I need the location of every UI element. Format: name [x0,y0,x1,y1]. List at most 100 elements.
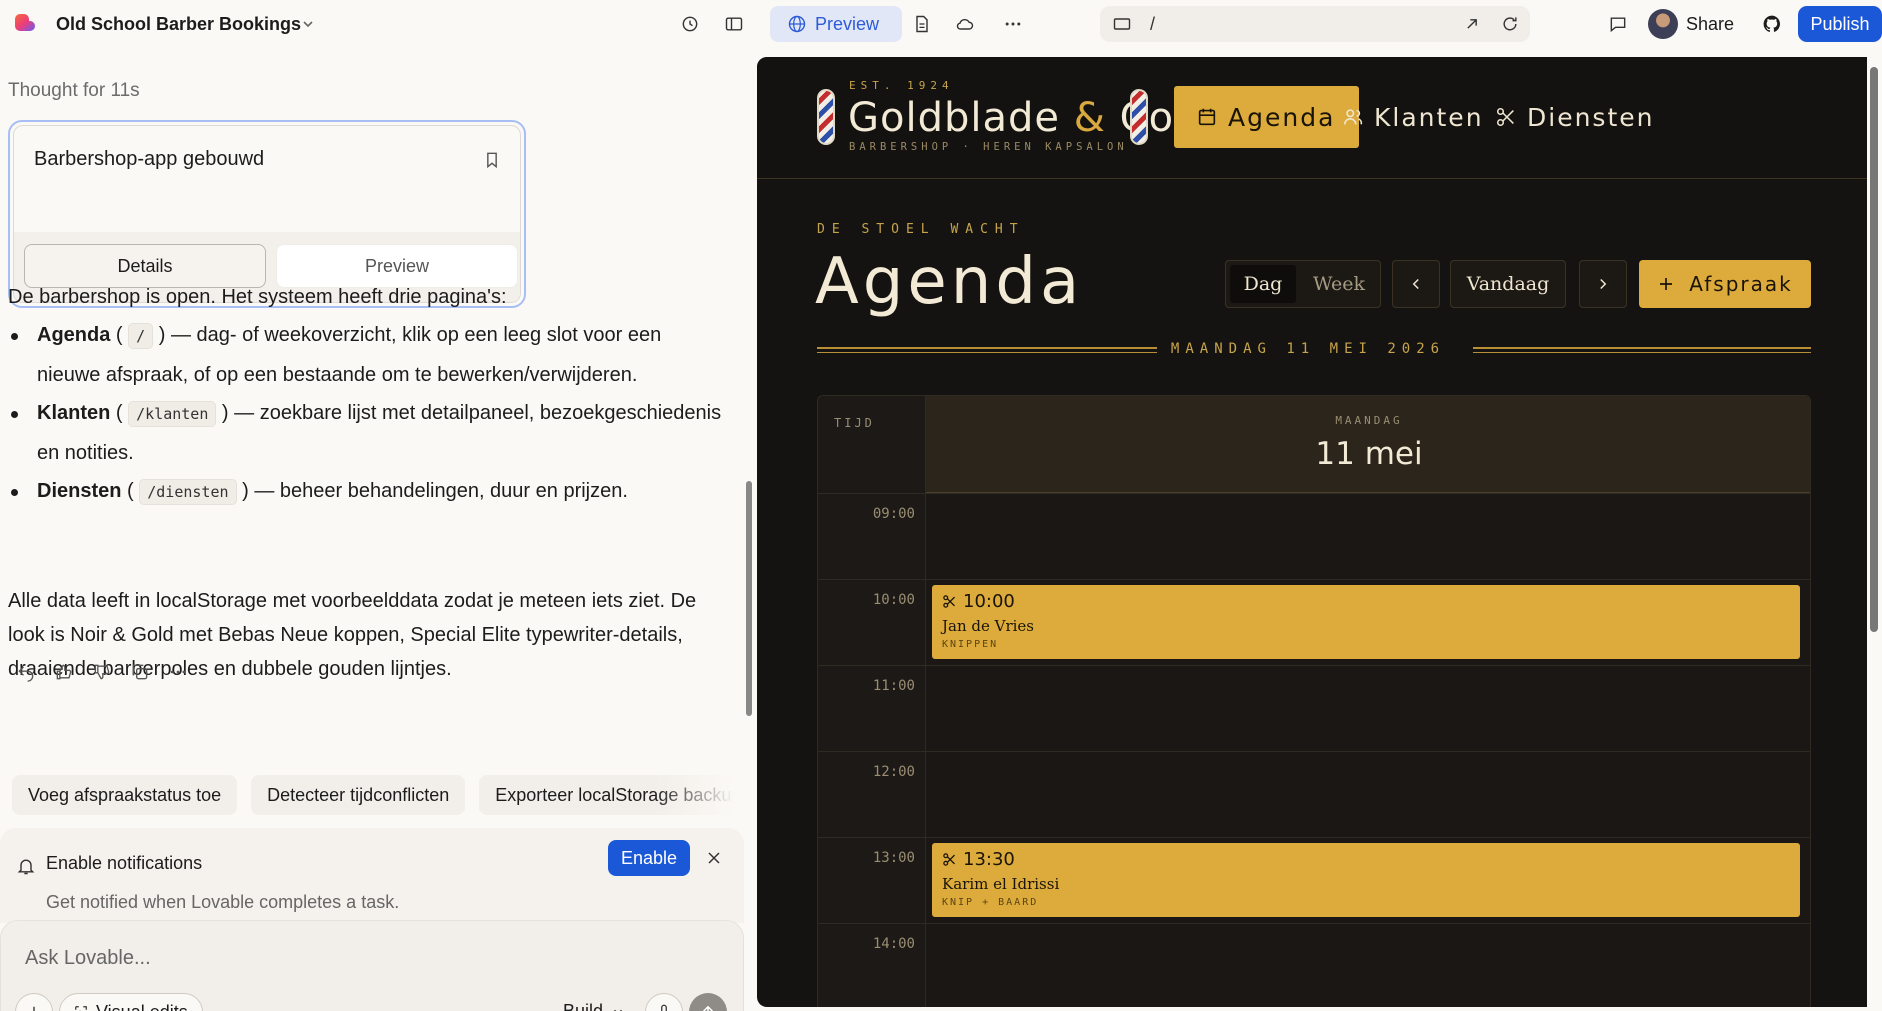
thumbs-down-icon[interactable] [92,662,112,682]
document-icon[interactable] [910,12,934,36]
appointment-time-row: 10:00 [942,591,1015,612]
preview-url-bar[interactable]: / [1100,6,1530,42]
chevron-down-icon[interactable] [300,16,316,32]
nav-diensten[interactable]: Diensten [1495,86,1654,148]
close-icon[interactable] [704,848,724,868]
page-eyebrow: DE STOEL WACHT [817,222,1025,237]
preview-label: Preview [815,13,880,34]
history-icon[interactable] [678,12,702,36]
mode-select[interactable]: Build [563,1001,625,1011]
empty-slot[interactable] [926,924,1810,1007]
undo-icon[interactable] [16,662,36,682]
bell-icon [16,856,36,876]
hour-label: 13:00 [872,850,915,866]
preview-mode-button[interactable]: Preview [770,6,902,42]
bullet-dot [11,411,18,418]
copy-icon[interactable] [130,662,150,682]
suggestion-chip[interactable]: Voeg afspraakstatus toe [12,775,238,815]
lovable-logo-icon[interactable] [13,12,37,36]
more-icon[interactable] [168,662,188,682]
avatar [1648,9,1678,39]
chevron-left-icon [1412,278,1419,290]
scrollbar-thumb[interactable] [1870,67,1878,632]
publish-button[interactable]: Publish [1798,6,1882,42]
cursor-select-icon [75,1006,87,1011]
suggestion-chip[interactable]: Detecteer tijdconflicten [251,775,466,815]
next-day-button[interactable] [1579,260,1627,308]
today-button[interactable]: Vandaag [1450,260,1566,308]
appointment-card[interactable]: 10:00 Jan de Vries KNIPPEN [932,585,1800,659]
add-attachment-button[interactable] [15,993,53,1011]
open-external-icon[interactable] [1460,12,1484,36]
sidebar-toggle-icon[interactable] [722,12,746,36]
notification-banner: Enable notifications Get notified when L… [0,828,744,923]
project-title[interactable]: Old School Barber Bookings [56,14,301,35]
share-button[interactable]: Share [1646,6,1742,42]
scrollbar-thumb[interactable] [746,481,752,716]
appointment-card[interactable]: 13:30 Karim el Idrissi KNIP + BAARD [932,843,1800,917]
appointment-client: Jan de Vries [942,617,1035,635]
microphone-icon [661,1004,667,1011]
share-label: Share [1686,13,1735,34]
visual-edits-button[interactable]: Visual edits [59,993,203,1011]
current-date: MAANDAG 11 MEI 2026 [1170,341,1446,357]
comment-icon[interactable] [1606,12,1630,36]
plus-icon [1660,278,1673,290]
bullet-dot [11,489,18,496]
time-row: 11:00 [818,665,1810,752]
chevron-right-icon [1600,278,1607,290]
nav-agenda[interactable]: Agenda [1174,86,1360,148]
thought-duration[interactable]: Thought for 11s [8,80,140,102]
bookmark-icon[interactable] [482,150,502,170]
appointment-time-row: 13:30 [942,849,1015,870]
app-header: EST. 1924 Goldblade & Co. BARBERSHOP · H… [757,57,1867,179]
cloud-icon[interactable] [953,12,977,36]
empty-slot[interactable] [926,494,1810,580]
route-code: /diensten [139,479,237,505]
send-button[interactable] [689,993,727,1011]
time-row: 12:00 [818,751,1810,838]
more-icon[interactable] [1001,12,1025,36]
route-code: / [128,323,154,349]
hour-label: 14:00 [872,936,915,952]
brand-subtitle: BARBERSHOP · HEREN KAPSALON [849,141,1128,153]
app-preview: EST. 1924 Goldblade & Co. BARBERSHOP · H… [757,57,1867,1007]
microphone-button[interactable] [645,993,683,1011]
add-appointment-button[interactable]: Afspraak [1639,260,1811,308]
list-item: Diensten ( /diensten ) — beheer behandel… [8,472,728,512]
empty-slot[interactable] [926,752,1810,838]
view-week-button[interactable]: Week [1302,265,1376,303]
previous-day-button[interactable] [1392,260,1440,308]
thumbs-up-icon[interactable] [54,662,74,682]
appointment-client: Karim el Idrissi [942,875,1060,893]
github-icon[interactable] [1760,12,1784,36]
empty-slot[interactable] [926,666,1810,752]
arrow-up-icon [702,1005,714,1011]
time-cell: 10:00 [818,580,926,666]
url-path[interactable]: / [1150,14,1155,35]
list-item: Klanten ( /klanten ) — zoekbare lijst me… [8,394,728,472]
view-toggle: Dag Week [1225,260,1381,308]
message-actions [16,662,188,686]
nav-label: Diensten [1527,102,1655,132]
enable-button[interactable]: Enable [608,840,690,876]
message-intro: De barbershop is open. Het systeem heeft… [8,286,507,308]
appointment-time: 13:30 [963,849,1015,870]
chat-panel: Thought for 11s Barbershop-app gebouwd D… [0,48,757,1011]
brand-established: EST. 1924 [849,79,954,92]
device-icon[interactable] [1110,12,1134,36]
fade-overlay [654,775,734,815]
chat-scrollbar[interactable] [744,106,754,756]
barber-pole-icon [817,89,835,145]
nav-label: Agenda [1228,102,1336,132]
plus-icon [33,1006,35,1011]
refresh-icon[interactable] [1498,12,1522,36]
view-day-button[interactable]: Dag [1230,265,1296,303]
page-name: Diensten [37,480,122,502]
chat-input[interactable]: Ask Lovable... [25,947,151,970]
nav-klanten[interactable]: Klanten [1342,86,1484,148]
preview-scrollbar[interactable] [1867,57,1882,1007]
card-body: Barbershop-app gebouwd Details Preview [13,125,521,303]
time-row: 14:00 [818,923,1810,1007]
time-cell: 14:00 [818,924,926,1007]
